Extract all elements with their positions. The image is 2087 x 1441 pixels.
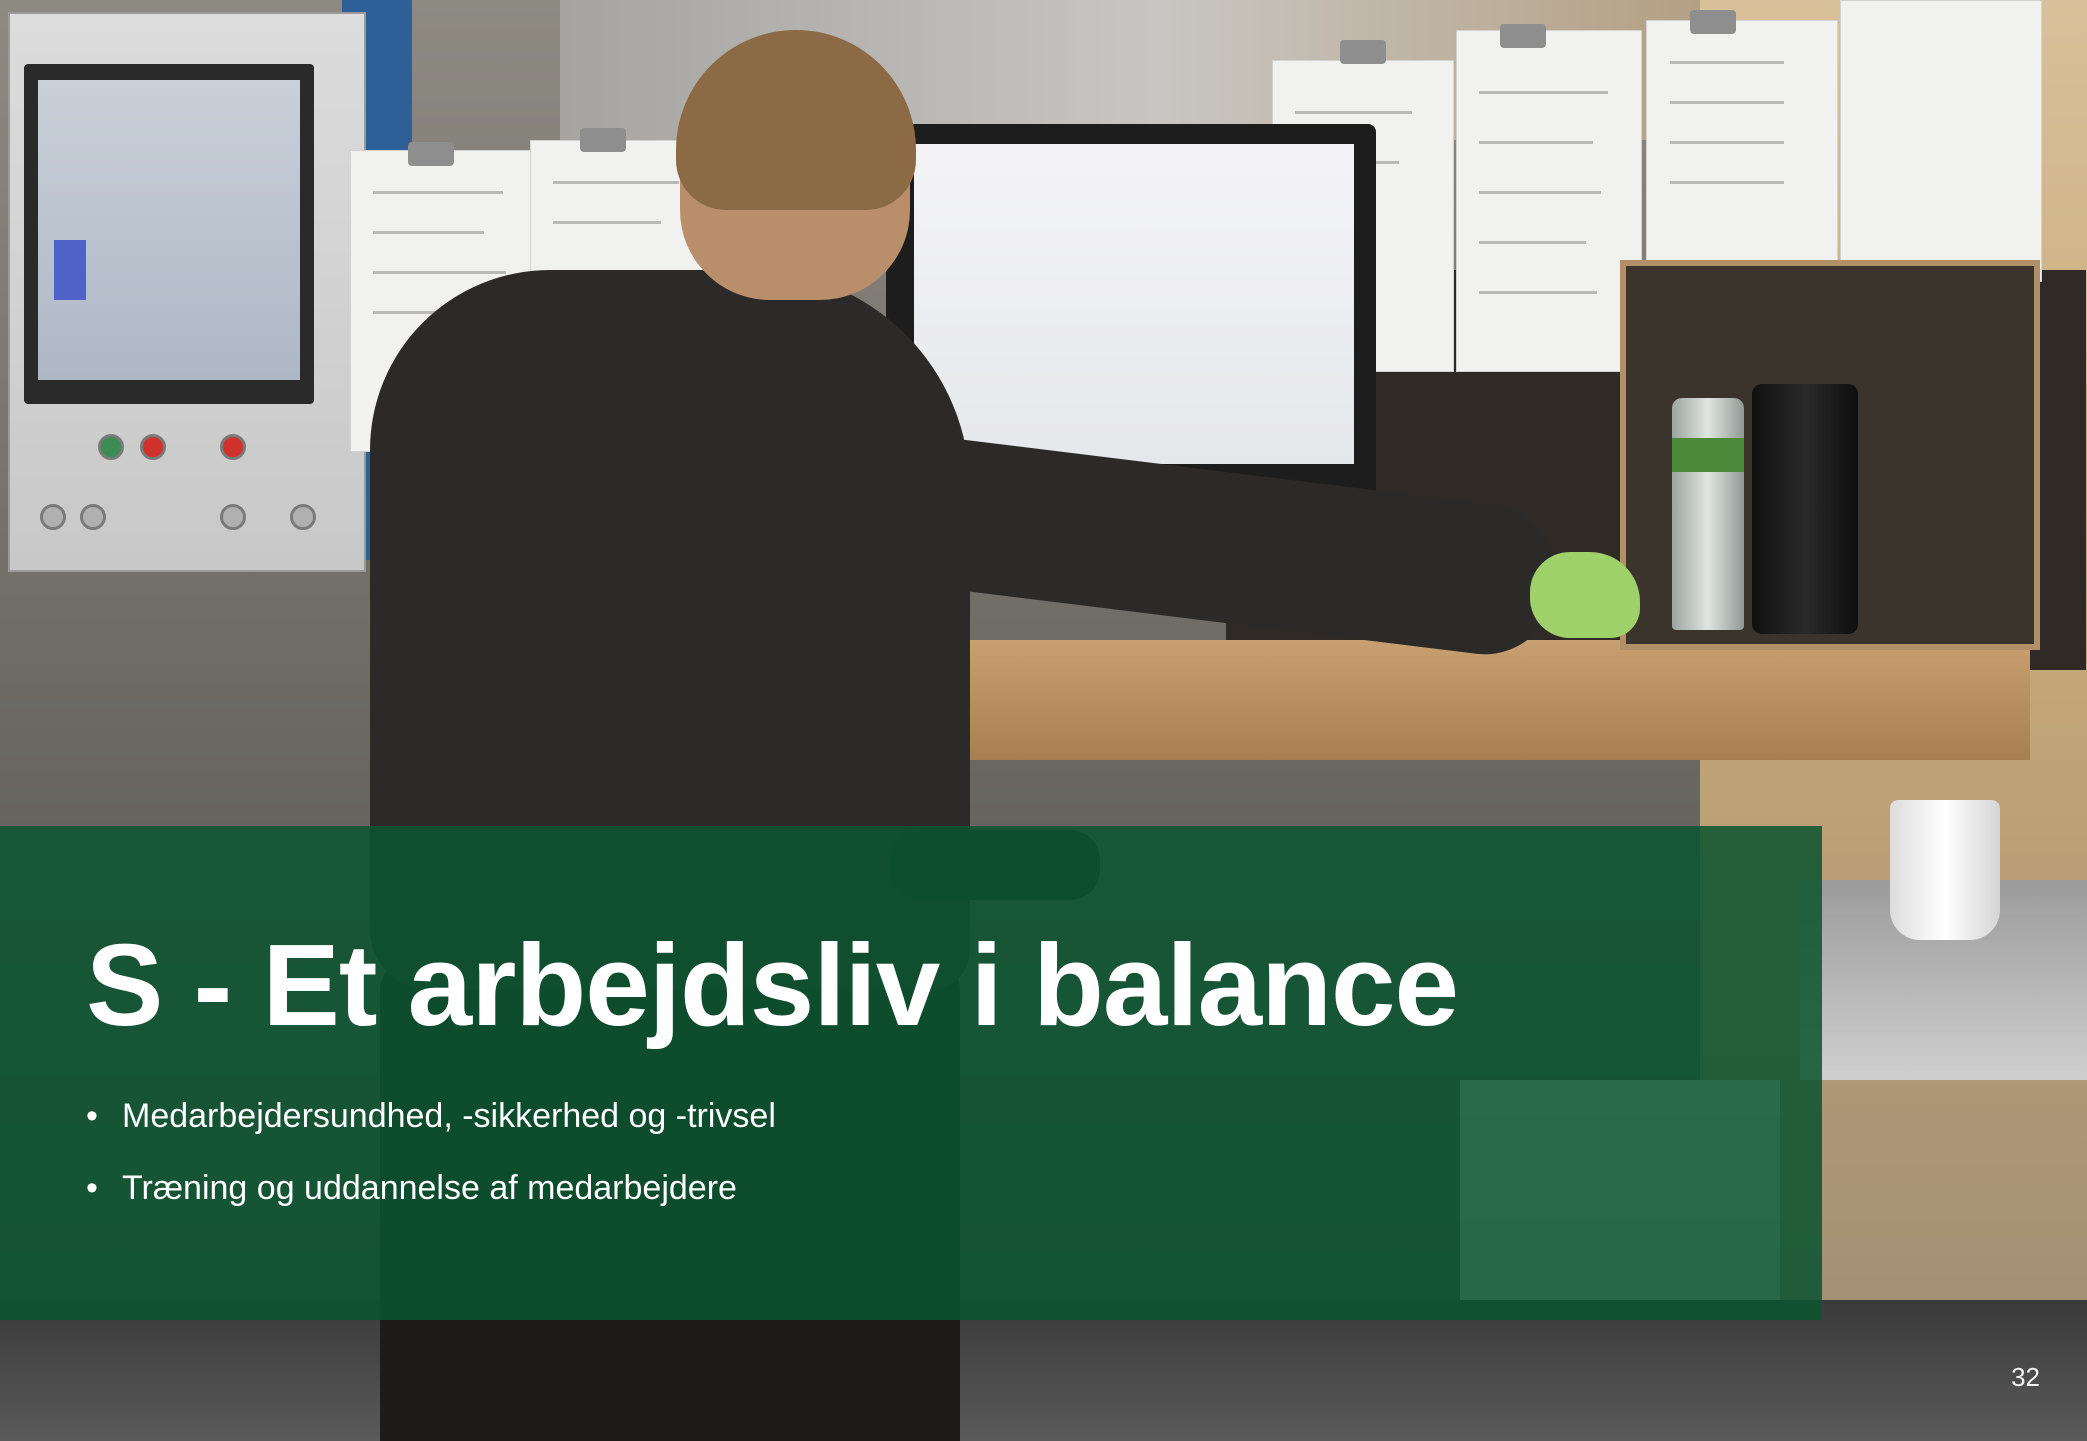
green-button-icon <box>98 434 124 460</box>
spray-can-icon <box>1672 398 1744 630</box>
switch-icon <box>80 504 106 530</box>
switch-icon <box>290 504 316 530</box>
bullet-list: • Medarbejdersundhed, -sikkerhed og -tri… <box>86 1080 776 1224</box>
machine-control-panel <box>8 12 366 572</box>
paper-sheet <box>1646 20 1838 262</box>
machine-screen-display <box>38 80 300 380</box>
green-overlay-panel <box>0 826 1822 1320</box>
floor <box>0 1300 2087 1441</box>
bullet-dot-icon: • <box>86 1169 98 1207</box>
screen-blue-block <box>54 240 86 300</box>
paper-sheet <box>1456 30 1642 372</box>
page-number: 32 <box>2011 1362 2040 1392</box>
bullet-text: Træning og uddannelse af medarbejdere <box>122 1169 737 1207</box>
red-button-icon <box>220 434 246 460</box>
switch-icon <box>40 504 66 530</box>
coffee-cup-icon <box>1890 800 2000 940</box>
slide-title: S - Et arbejdsliv i balance <box>86 920 1459 1050</box>
slide: S - Et arbejdsliv i balance • Medarbejde… <box>0 0 2087 1441</box>
switch-icon <box>220 504 246 530</box>
paper-clip-icon <box>1690 10 1736 34</box>
paper-clip-icon <box>1500 24 1546 48</box>
red-button-icon <box>140 434 166 460</box>
paper-clip-icon <box>580 128 626 152</box>
paper-sheet <box>1840 0 2042 282</box>
spray-can-label <box>1672 438 1744 472</box>
paper-clip-icon <box>408 142 454 166</box>
machine-screen <box>24 64 314 404</box>
paper-clip-icon <box>1340 40 1386 64</box>
bullet-dot-icon: • <box>86 1097 98 1135</box>
monitor-screen <box>914 144 1354 464</box>
bullet-text: Medarbejdersundhed, -sikkerhed og -trivs… <box>122 1097 776 1135</box>
bullet-item: • Medarbejdersundhed, -sikkerhed og -tri… <box>86 1080 776 1152</box>
dark-can-icon <box>1752 384 1858 634</box>
glove-icon <box>1530 552 1640 638</box>
wooden-shelf <box>940 640 2030 760</box>
bullet-item: • Træning og uddannelse af medarbejdere <box>86 1152 776 1224</box>
